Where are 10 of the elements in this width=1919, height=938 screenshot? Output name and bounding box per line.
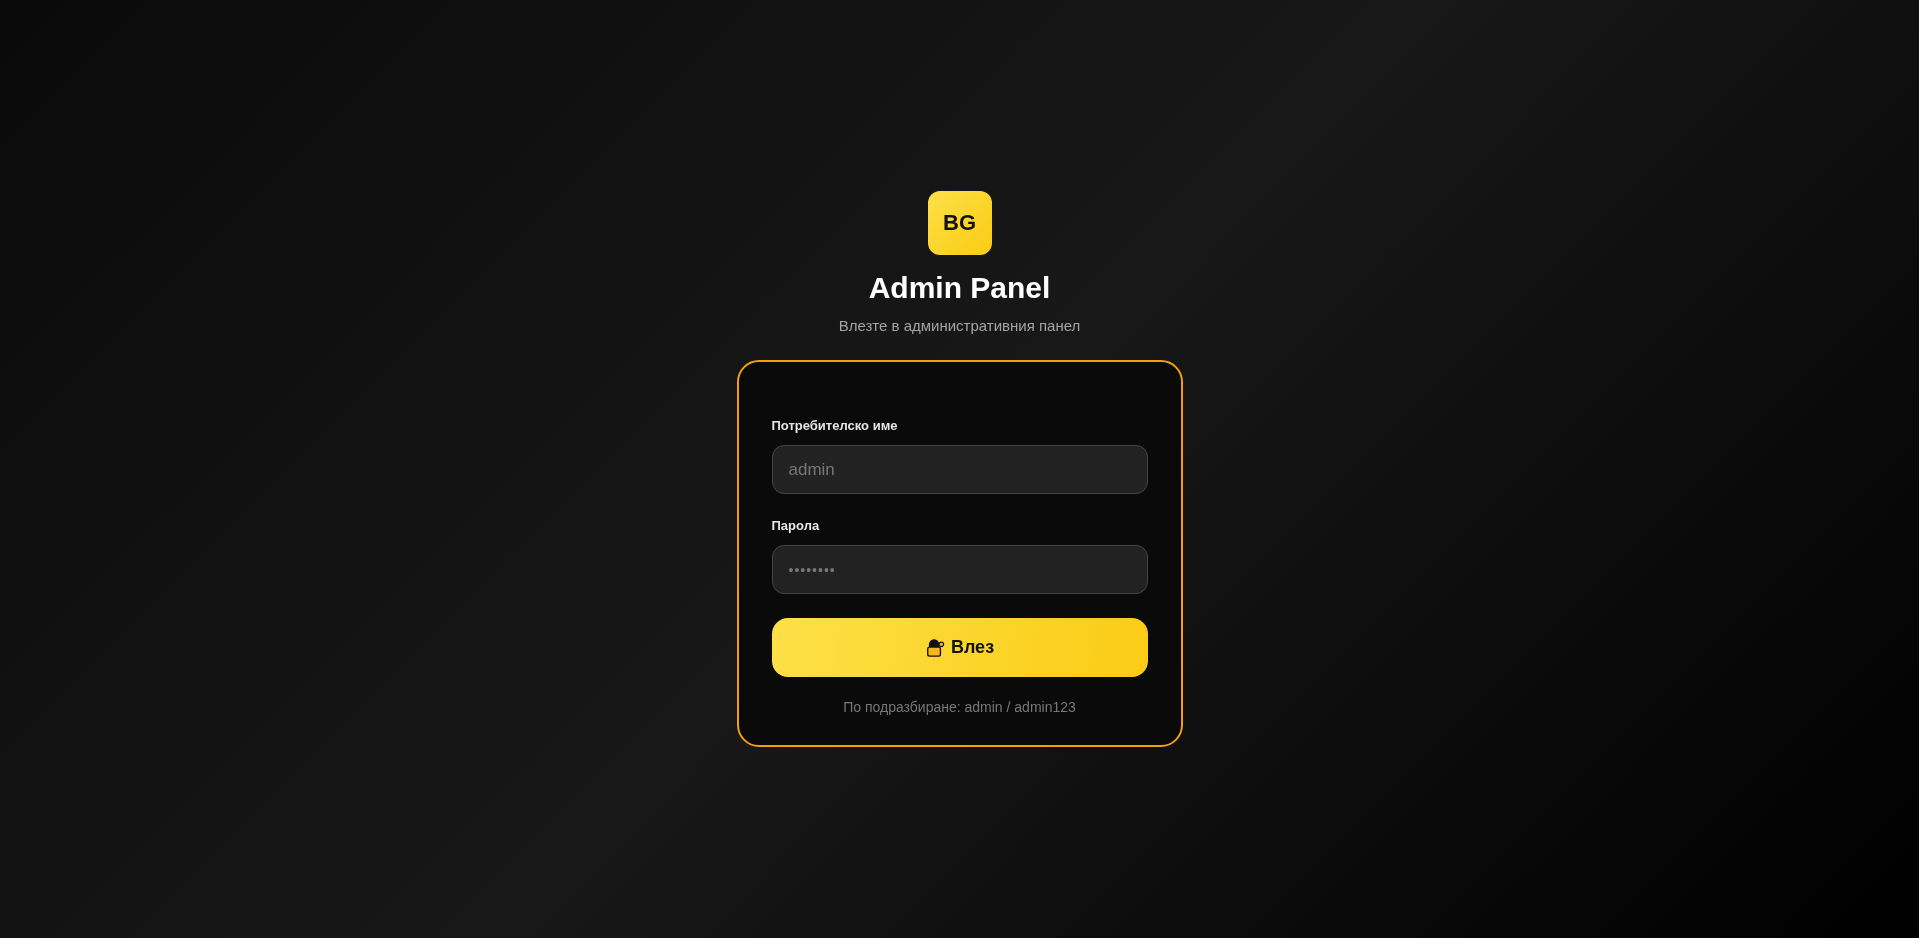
- field-label: Парола: [771, 518, 821, 533]
- default-credentials-hint: По подразбиране: admin / admin123: [842, 699, 1077, 715]
- field-label: Потребителско име: [771, 418, 899, 433]
- username-field[interactable]: admin: [771, 445, 1148, 494]
- logo-badge: BG: [927, 191, 992, 255]
- password-field[interactable]: ••••••••: [771, 545, 1148, 594]
- login-button[interactable]: Влез: [771, 618, 1148, 677]
- page-subtitle: Влезте в административния панел: [838, 317, 1081, 334]
- page-title: Admin Panel: [868, 271, 1051, 305]
- padlock-icon: [924, 637, 945, 658]
